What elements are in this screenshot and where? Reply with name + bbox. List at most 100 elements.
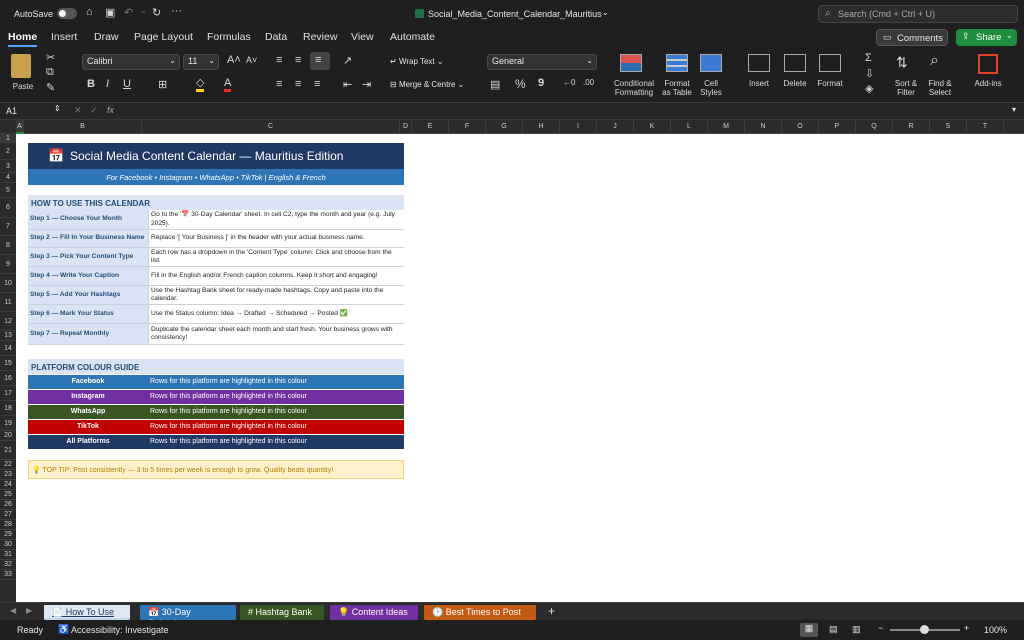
format-cells-button[interactable]: Format — [815, 52, 845, 100]
column-header[interactable]: O — [782, 120, 819, 134]
row-header[interactable]: 18 — [0, 401, 16, 416]
clear-icon[interactable]: ◈ — [865, 82, 873, 95]
column-header[interactable]: E — [412, 120, 449, 134]
share-button[interactable]: ⇪ Share ⌄ — [956, 29, 1017, 46]
insert-cells-button[interactable]: Insert — [744, 52, 774, 100]
tab-review[interactable]: Review — [303, 31, 337, 43]
column-header[interactable]: P — [819, 120, 856, 134]
align-middle-icon[interactable]: ≡ — [295, 54, 301, 66]
row-header[interactable]: 21 — [0, 441, 16, 460]
fill-color-icon[interactable]: ◇ — [196, 78, 205, 92]
column-header[interactable]: I — [560, 120, 597, 134]
cell-styles-button[interactable]: Cell Styles — [696, 52, 726, 100]
normal-view-icon[interactable]: ▦ — [800, 623, 818, 637]
find-select-button[interactable]: ⌕ Find & Select — [924, 52, 956, 100]
save-icon[interactable]: ▣ — [105, 6, 115, 19]
row-header[interactable]: 16 — [0, 371, 16, 386]
autosum-icon[interactable]: Σ — [865, 52, 872, 64]
row-header[interactable]: 15 — [0, 356, 16, 371]
page-break-view-icon[interactable]: ▥ — [852, 624, 861, 635]
row-header[interactable]: 6 — [0, 198, 16, 218]
sheet-tab[interactable]: 💡 Content Ideas — [330, 605, 418, 621]
add-sheet-icon[interactable]: + — [548, 604, 555, 618]
tab-page-layout[interactable]: Page Layout — [134, 31, 193, 43]
zoom-slider[interactable] — [890, 625, 960, 634]
row-header[interactable]: 33 — [0, 570, 16, 580]
undo-icon[interactable]: ↶ — [124, 6, 133, 19]
format-as-table-button[interactable]: Format as Table — [660, 52, 694, 100]
align-top-icon[interactable]: ≡ — [276, 54, 282, 66]
more-icon[interactable]: ··· — [171, 5, 182, 17]
row-header[interactable]: 1 — [0, 134, 16, 143]
decrease-font-icon[interactable]: A˅ — [246, 55, 257, 65]
decrease-indent-icon[interactable]: ⇤ — [343, 78, 352, 91]
column-header[interactable]: K — [634, 120, 671, 134]
row-header[interactable]: 5 — [0, 183, 16, 198]
tab-formulas[interactable]: Formulas — [207, 31, 251, 43]
row-header[interactable]: 22 — [0, 460, 16, 470]
column-header[interactable]: J — [597, 120, 634, 134]
add-ins-button[interactable]: Add-ins — [970, 52, 1006, 100]
font-color-icon[interactable]: A — [224, 78, 232, 92]
tab-insert[interactable]: Insert — [51, 31, 77, 43]
sheet-tab[interactable]: 🕒 Best Times to Post — [424, 605, 536, 621]
conditional-formatting-button[interactable]: Conditional Formatting — [610, 52, 658, 100]
row-header[interactable]: 24 — [0, 480, 16, 490]
row-header[interactable]: 4 — [0, 173, 16, 183]
align-center-icon[interactable]: ≡ — [295, 78, 301, 90]
delete-cells-button[interactable]: Delete — [780, 52, 810, 100]
redo-icon[interactable]: ↻ — [152, 6, 161, 19]
align-right-icon[interactable]: ≡ — [314, 78, 320, 90]
row-header[interactable]: 11 — [0, 293, 16, 312]
fx-icon[interactable]: fx — [107, 105, 114, 115]
column-header[interactable]: F — [449, 120, 486, 134]
number-format-select[interactable]: General ⌄ — [487, 54, 597, 70]
zoom-level[interactable]: 100% — [984, 625, 1007, 635]
row-header[interactable]: 13 — [0, 331, 16, 341]
row-header[interactable]: 17 — [0, 386, 16, 401]
row-header[interactable]: 10 — [0, 274, 16, 293]
page-layout-view-icon[interactable]: ▤ — [829, 624, 838, 635]
home-icon[interactable]: ⌂ — [86, 6, 93, 18]
row-header[interactable]: 3 — [0, 160, 16, 173]
cut-icon[interactable]: ✂ — [46, 51, 55, 64]
sort-filter-button[interactable]: ⇅ Sort & Filter — [890, 52, 922, 100]
align-bottom-button[interactable]: ≡ — [310, 52, 330, 70]
autosave-toggle[interactable] — [57, 8, 77, 19]
decrease-decimal-icon[interactable]: .00 — [583, 78, 594, 87]
borders-icon[interactable]: ⊞ — [158, 78, 167, 91]
increase-font-icon[interactable]: A˄ — [227, 54, 241, 66]
font-size-select[interactable]: 11 ⌄ — [183, 54, 219, 70]
enter-icon[interactable]: ✓ — [90, 105, 98, 116]
italic-icon[interactable]: I — [106, 78, 109, 90]
row-header[interactable]: 32 — [0, 560, 16, 570]
column-header[interactable]: A — [16, 120, 24, 134]
tab-view[interactable]: View — [351, 31, 374, 43]
column-header[interactable]: H — [523, 120, 560, 134]
percent-icon[interactable]: % — [515, 77, 526, 91]
column-header[interactable]: D — [400, 120, 412, 134]
column-header[interactable]: M — [708, 120, 745, 134]
zoom-out-icon[interactable]: − — [878, 623, 883, 633]
prev-sheet-icon[interactable]: ◀ — [10, 606, 16, 615]
tab-draw[interactable]: Draw — [94, 31, 119, 43]
row-header[interactable]: 25 — [0, 490, 16, 500]
column-header[interactable]: L — [671, 120, 708, 134]
tab-automate[interactable]: Automate — [390, 31, 435, 43]
sheet-tab[interactable]: 📄 How To Use — [44, 605, 130, 621]
column-header[interactable]: S — [930, 120, 967, 134]
tab-data[interactable]: Data — [265, 31, 287, 43]
row-header[interactable]: 2 — [0, 143, 16, 160]
row-header[interactable]: 20 — [0, 431, 16, 441]
accounting-format-icon[interactable]: ▤ — [490, 78, 500, 91]
format-painter-icon[interactable]: ✎ — [46, 81, 55, 94]
increase-indent-icon[interactable]: ⇥ — [362, 78, 371, 91]
underline-icon[interactable]: U — [123, 78, 131, 90]
sheet-tab[interactable]: # Hashtag Bank — [240, 605, 324, 621]
file-menu-chevron-icon[interactable]: ⌄ — [602, 8, 609, 17]
accessibility-status[interactable]: Accessibility: Investigate — [71, 625, 169, 635]
font-name-select[interactable]: Calibri ⌄ — [82, 54, 180, 70]
expand-formula-icon[interactable]: ▾ — [1012, 105, 1016, 114]
row-header[interactable]: 19 — [0, 416, 16, 431]
row-header[interactable]: 26 — [0, 500, 16, 510]
